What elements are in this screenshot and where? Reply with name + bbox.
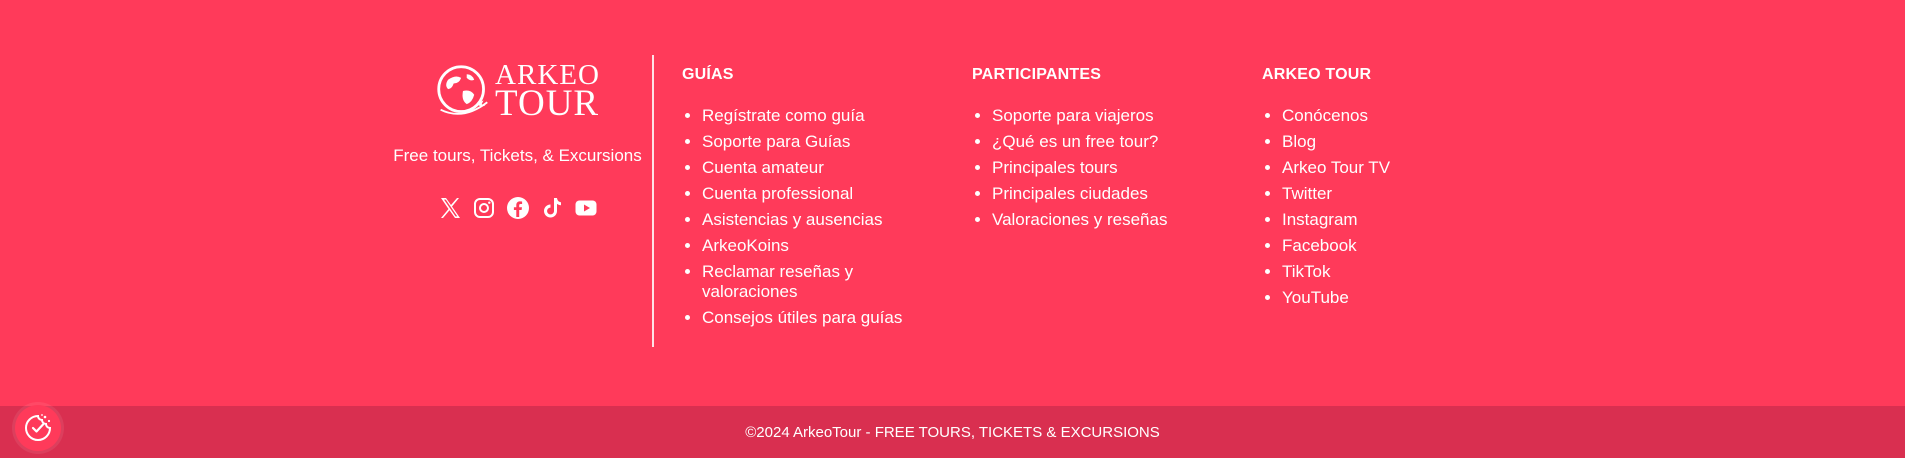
tiktok-icon[interactable] [540,196,564,220]
link-valoraciones-resenas[interactable]: Valoraciones y reseñas [992,210,1222,230]
link-principales-ciudades[interactable]: Principales ciudades [992,184,1222,204]
link-tiktok[interactable]: TikTok [1282,262,1512,282]
cookie-consent-button[interactable] [15,405,61,451]
link-registrate-guia[interactable]: Regístrate como guía [702,106,927,126]
link-soporte-viajeros[interactable]: Soporte para viajeros [992,106,1222,126]
footer: ARKEO TOUR Free tours, Tickets, & Excurs… [0,0,1905,406]
link-principales-tours[interactable]: Principales tours [992,158,1222,178]
link-conocenos[interactable]: Conócenos [1282,106,1512,126]
column-title-arkeo-tour: ARKEO TOUR [1262,66,1372,83]
vertical-divider [652,55,654,347]
x-icon[interactable] [438,196,462,220]
link-arkeo-tour-tv[interactable]: Arkeo Tour TV [1282,158,1512,178]
tagline: Free tours, Tickets, & Excursions [393,146,642,165]
participantes-links: Soporte para viajeros ¿Qué es un free to… [972,106,1222,230]
link-instagram[interactable]: Instagram [1282,210,1512,230]
social-links [380,196,655,220]
link-cuenta-professional[interactable]: Cuenta professional [702,184,927,204]
brand-block: ARKEO TOUR Free tours, Tickets, & Excurs… [380,56,655,220]
link-soporte-guias[interactable]: Soporte para Guías [702,132,927,152]
link-que-es-free-tour[interactable]: ¿Qué es un free tour? [992,132,1222,152]
youtube-icon[interactable] [574,196,598,220]
copyright-bar: ©2024 ArkeoTour - FREE TOURS, TICKETS & … [0,406,1905,458]
column-participantes: PARTICIPANTES Soporte para viajeros ¿Qué… [972,66,1222,236]
link-consejos-utiles[interactable]: Consejos útiles para guías [702,308,927,328]
globe-plane-icon [437,65,488,115]
link-facebook[interactable]: Facebook [1282,236,1512,256]
arkeo-links: Conócenos Blog Arkeo Tour TV Twitter Ins… [1262,106,1512,308]
arkeo-tour-logo[interactable]: ARKEO TOUR [380,56,655,126]
logo-line-2: TOUR [495,82,600,124]
link-twitter[interactable]: Twitter [1282,184,1512,204]
facebook-icon[interactable] [506,196,530,220]
link-arkeokoins[interactable]: ArkeoKoins [702,236,927,256]
link-youtube[interactable]: YouTube [1282,288,1512,308]
copyright-text: ©2024 ArkeoTour - FREE TOURS, TICKETS & … [745,423,1160,441]
instagram-icon[interactable] [472,196,496,220]
link-cuenta-amateur[interactable]: Cuenta amateur [702,158,927,178]
column-title-guias: GUÍAS [682,66,734,83]
link-blog[interactable]: Blog [1282,132,1512,152]
cookie-settings-icon [25,414,52,441]
column-arkeo-tour: ARKEO TOUR Conócenos Blog Arkeo Tour TV … [1262,66,1512,314]
column-title-participantes: PARTICIPANTES [972,66,1102,83]
guias-links: Regístrate como guía Soporte para Guías … [682,106,927,328]
link-reclamar-resenas[interactable]: Reclamar reseñas y valoraciones [702,262,927,302]
link-asistencias[interactable]: Asistencias y ausencias [702,210,927,230]
column-guias: GUÍAS Regístrate como guía Soporte para … [682,66,927,334]
